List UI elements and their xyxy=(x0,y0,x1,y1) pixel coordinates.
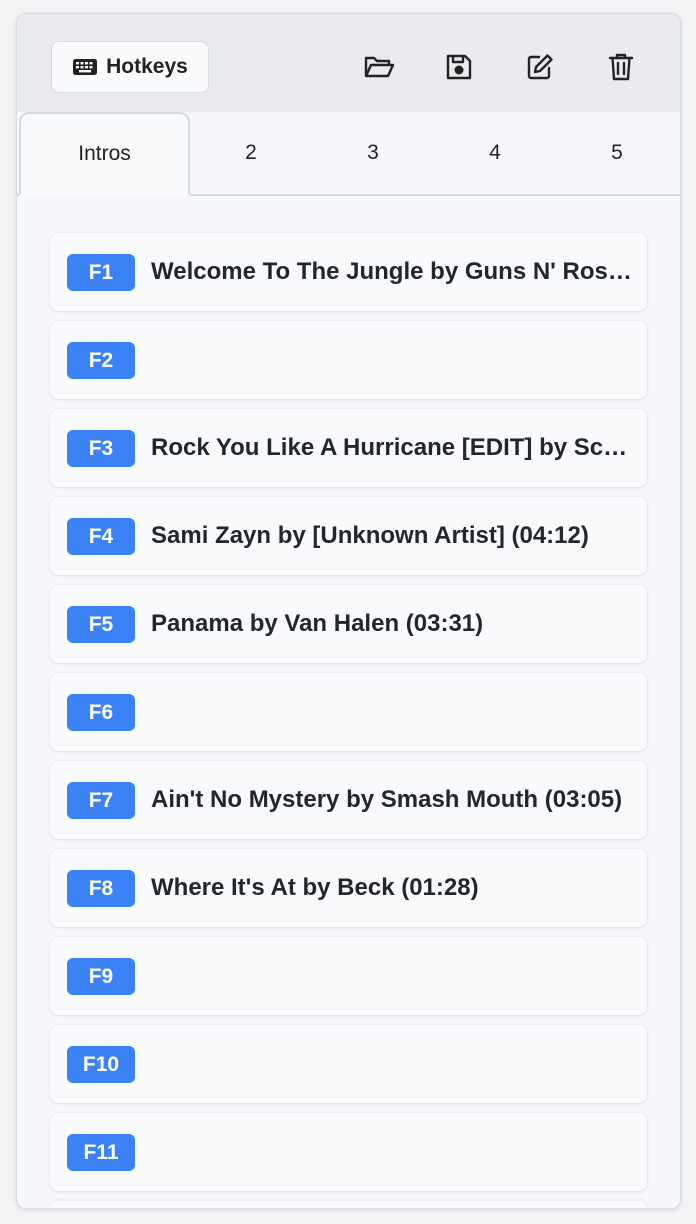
hotkey-row-f3[interactable]: F3 Rock You Like A Hurricane [EDIT] by S… xyxy=(50,409,647,487)
tab-label: 4 xyxy=(489,141,501,164)
track-title: Panama by Van Halen (03:31) xyxy=(151,610,484,637)
delete-button[interactable] xyxy=(604,50,638,84)
hotkey-row-f7[interactable]: F7 Ain't No Mystery by Smash Mouth (03:0… xyxy=(50,761,647,839)
folder-open-icon xyxy=(363,54,395,80)
hotkey-badge: F5 xyxy=(67,606,135,643)
edit-icon xyxy=(525,52,555,82)
save-button[interactable] xyxy=(442,50,476,84)
tab-5[interactable]: 5 xyxy=(556,112,678,194)
hotkey-badge: F8 xyxy=(67,870,135,907)
tab-label: 2 xyxy=(245,141,257,164)
tab-label: 3 xyxy=(367,141,379,164)
panel-header: Hotkeys xyxy=(17,14,680,113)
hotkey-row-f11[interactable]: F11 xyxy=(50,1113,647,1191)
floppy-disk-icon xyxy=(445,53,473,81)
track-title xyxy=(151,937,633,1015)
hotkey-badge: F4 xyxy=(67,518,135,555)
hotkey-badge: F1 xyxy=(67,254,135,291)
hotkeys-label: Hotkeys xyxy=(106,55,188,78)
hotkey-badge: F3 xyxy=(67,430,135,467)
track-title xyxy=(151,673,633,751)
tab-label: Intros xyxy=(78,142,131,165)
tab-bar: Intros 2 3 4 5 xyxy=(17,112,680,196)
tab-label: 5 xyxy=(611,141,623,164)
track-title: Ain't No Mystery by Smash Mouth (03:05) xyxy=(151,786,623,813)
hotkey-row-f5[interactable]: F5 Panama by Van Halen (03:31) xyxy=(50,585,647,663)
tab-intros[interactable]: Intros xyxy=(19,112,190,196)
hotkey-row-f4[interactable]: F4 Sami Zayn by [Unknown Artist] (04:12) xyxy=(50,497,647,575)
hotkey-badge: F7 xyxy=(67,782,135,819)
hotkey-badge: F2 xyxy=(67,342,135,379)
track-title: Where It's At by Beck (01:28) xyxy=(151,874,479,901)
track-title: Rock You Like A Hurricane [EDIT] by Scor… xyxy=(151,434,633,461)
hotkey-badge: F11 xyxy=(67,1134,135,1171)
hotkey-badge: F10 xyxy=(67,1046,135,1083)
track-title: Sami Zayn by [Unknown Artist] (04:12) xyxy=(151,522,589,549)
hotkeys-button[interactable]: Hotkeys xyxy=(51,41,209,93)
hotkey-row-f9[interactable]: F9 xyxy=(50,937,647,1015)
hotkey-list: F1 Welcome To The Jungle by Guns N' Rose… xyxy=(50,233,647,1208)
open-button[interactable] xyxy=(362,50,396,84)
track-title xyxy=(151,1025,633,1103)
hotkey-row-partial[interactable] xyxy=(50,1201,647,1208)
tab-3[interactable]: 3 xyxy=(312,112,434,194)
hotkey-row-f2[interactable]: F2 xyxy=(50,321,647,399)
hotkey-badge: F9 xyxy=(67,958,135,995)
hotkey-row-f8[interactable]: F8 Where It's At by Beck (01:28) xyxy=(50,849,647,927)
hotkey-row-f1[interactable]: F1 Welcome To The Jungle by Guns N' Rose… xyxy=(50,233,647,311)
trash-icon xyxy=(608,52,634,82)
track-title xyxy=(151,321,633,399)
tab-2[interactable]: 2 xyxy=(190,112,312,194)
hotkeys-panel: Hotkeys Intros 2 3 4 5 F1 Welcome To The… xyxy=(16,13,681,1209)
tab-4[interactable]: 4 xyxy=(434,112,556,194)
hotkey-row-f10[interactable]: F10 xyxy=(50,1025,647,1103)
keyboard-icon xyxy=(72,57,98,77)
track-title xyxy=(151,1113,633,1191)
hotkey-row-f6[interactable]: F6 xyxy=(50,673,647,751)
edit-button[interactable] xyxy=(523,50,557,84)
hotkey-badge: F6 xyxy=(67,694,135,731)
track-title: Welcome To The Jungle by Guns N' Roses (… xyxy=(151,258,633,285)
